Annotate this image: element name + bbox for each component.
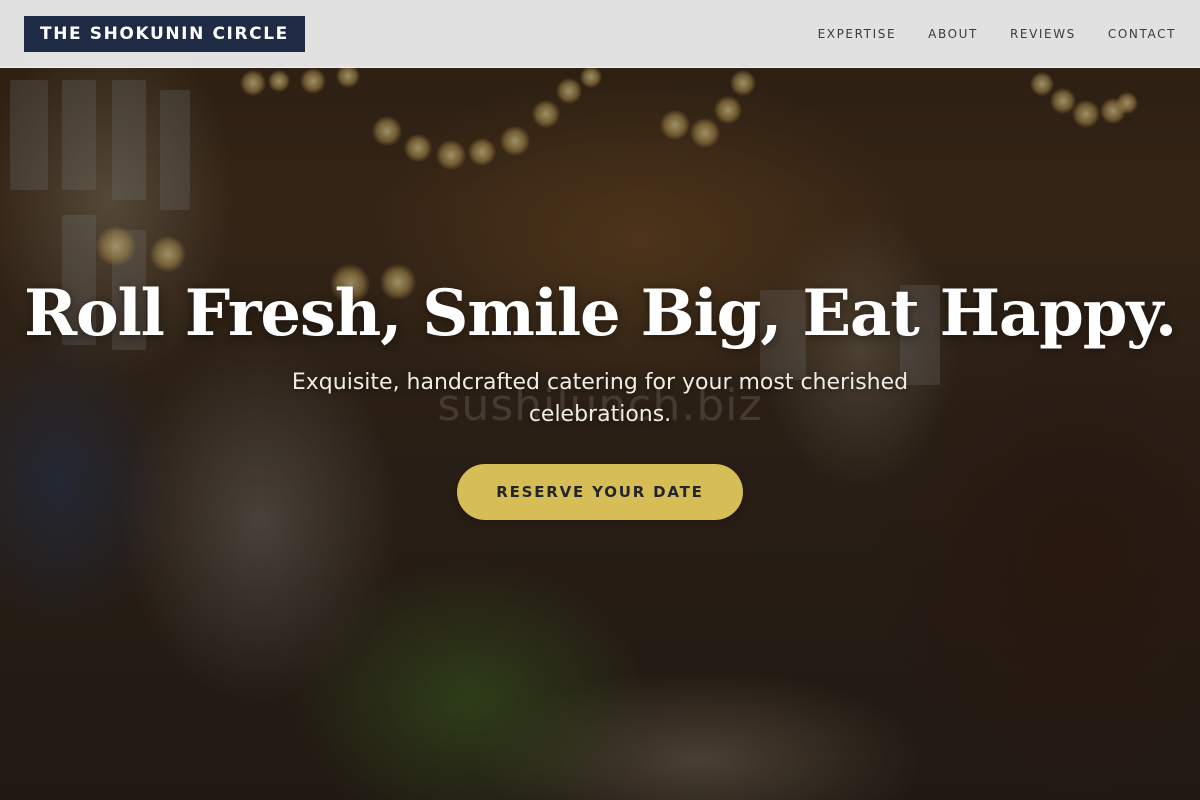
nav-link-expertise[interactable]: EXPERTISE: [818, 27, 897, 41]
nav-link-contact[interactable]: CONTACT: [1108, 27, 1176, 41]
main-nav: EXPERTISE ABOUT REVIEWS CONTACT: [818, 0, 1176, 68]
reserve-date-button[interactable]: RESERVE YOUR DATE: [457, 464, 743, 520]
site-header: THE SHOKUNIN CIRCLE EXPERTISE ABOUT REVI…: [0, 0, 1200, 68]
brand-logo[interactable]: THE SHOKUNIN CIRCLE: [24, 16, 305, 52]
hero-title: Roll Fresh, Smile Big, Eat Happy.: [24, 276, 1177, 351]
hero-subtitle: Exquisite, handcrafted catering for your…: [291, 370, 909, 427]
nav-link-reviews[interactable]: REVIEWS: [1010, 27, 1076, 41]
nav-link-about[interactable]: ABOUT: [928, 27, 978, 41]
